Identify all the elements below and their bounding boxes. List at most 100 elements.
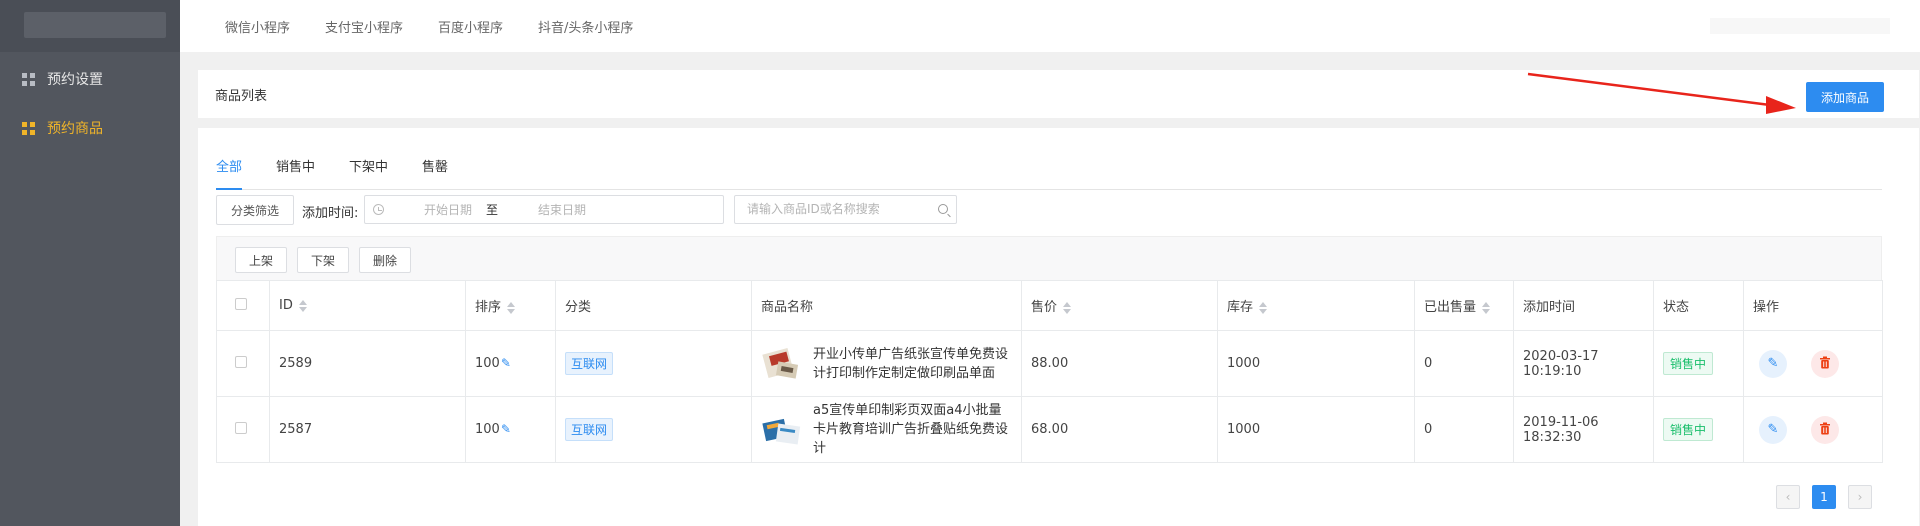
table-header-row: ID 排序 分类 商品名称 售价 库存 已出售量 添加时间 状态 操作 bbox=[216, 280, 1883, 331]
col-id-label: ID bbox=[279, 298, 293, 313]
next-page-button[interactable]: › bbox=[1848, 485, 1872, 509]
col-actions: 操作 bbox=[1743, 280, 1883, 331]
tab-baidu-miniprogram[interactable]: 百度小程序 bbox=[438, 17, 503, 36]
cell-added: 2019-11-06 18:32:30 bbox=[1513, 396, 1654, 463]
logo-area bbox=[0, 0, 180, 52]
cell-status: 销售中 bbox=[1653, 330, 1744, 397]
col-sort[interactable]: 排序 bbox=[465, 280, 556, 331]
sort-icon[interactable] bbox=[507, 301, 516, 314]
page-1-button[interactable]: 1 bbox=[1812, 485, 1836, 509]
search-icon[interactable] bbox=[938, 204, 948, 214]
cell-id: 2589 bbox=[269, 330, 466, 397]
row-checkbox[interactable] bbox=[235, 355, 247, 368]
edit-icon[interactable]: ✎ bbox=[1759, 349, 1787, 378]
cell-goods: a5宣传单印制彩页双面a4小批量卡片教育培训广告折叠贴纸免费设计 bbox=[751, 396, 1022, 463]
edit-icon[interactable]: ✎ bbox=[1759, 415, 1787, 444]
col-category: 分类 bbox=[555, 280, 752, 331]
clock-icon bbox=[373, 204, 384, 215]
col-name: 商品名称 bbox=[751, 280, 1022, 331]
sort-value: 100 bbox=[475, 422, 500, 437]
edit-sort-icon[interactable]: ✎ bbox=[501, 356, 511, 370]
tab-sold-out[interactable]: 售罄 bbox=[422, 156, 448, 189]
bulk-delete-button[interactable]: 删除 bbox=[359, 247, 411, 273]
page-header: 商品列表 bbox=[198, 70, 1919, 118]
cell-category: 互联网 bbox=[555, 330, 752, 397]
status-tabs: 全部 销售中 下架中 售罄 bbox=[216, 156, 1882, 190]
status-badge: 销售中 bbox=[1663, 418, 1714, 441]
cell-sort: 100✎ bbox=[465, 330, 556, 397]
col-price-label: 售价 bbox=[1031, 300, 1058, 315]
end-date-input[interactable]: 结束日期 bbox=[538, 201, 586, 218]
date-range-picker[interactable]: 开始日期 至 结束日期 bbox=[364, 195, 724, 224]
cell-sold: 0 bbox=[1414, 396, 1514, 463]
cell-added: 2020-03-17 10:19:10 bbox=[1513, 330, 1654, 397]
select-all-checkbox[interactable] bbox=[235, 297, 247, 310]
date-label: 添加时间: bbox=[302, 206, 359, 221]
add-goods-button[interactable]: 添加商品 bbox=[1806, 82, 1884, 112]
cell-stock: 1000 bbox=[1217, 396, 1415, 463]
select-all-cell bbox=[216, 280, 270, 331]
status-badge: 销售中 bbox=[1663, 352, 1714, 375]
sort-value: 100 bbox=[475, 356, 500, 371]
date-separator: 至 bbox=[486, 203, 499, 217]
table-row: 2589 100✎ 互联网 开业小传单广告纸张宣传单免费设计打印制作定制定做印刷… bbox=[216, 330, 1883, 397]
col-sold[interactable]: 已出售量 bbox=[1414, 280, 1514, 331]
bulk-off-shelf-button[interactable]: 下架 bbox=[297, 247, 349, 273]
sort-icon[interactable] bbox=[1063, 301, 1072, 314]
col-id[interactable]: ID bbox=[269, 280, 466, 331]
col-sold-label: 已出售量 bbox=[1424, 300, 1477, 315]
tab-all[interactable]: 全部 bbox=[216, 156, 243, 190]
tab-on-sale[interactable]: 销售中 bbox=[276, 156, 315, 189]
cell-stock: 1000 bbox=[1217, 330, 1415, 397]
cell-price: 88.00 bbox=[1021, 330, 1218, 397]
sidebar: 预约设置 预约商品 bbox=[0, 0, 180, 526]
row-select-cell bbox=[216, 330, 270, 397]
sort-icon[interactable] bbox=[1482, 301, 1491, 314]
sort-icon[interactable] bbox=[298, 299, 307, 312]
start-date-input[interactable]: 开始日期 bbox=[424, 201, 472, 218]
cell-sort: 100✎ bbox=[465, 396, 556, 463]
sidebar-item-label: 预约商品 bbox=[47, 121, 103, 137]
tab-douyin-miniprogram[interactable]: 抖音/头条小程序 bbox=[538, 17, 633, 36]
sidebar-item-booking-settings[interactable]: 预约设置 bbox=[0, 55, 180, 103]
tab-off-shelf[interactable]: 下架中 bbox=[349, 156, 388, 189]
page-title: 商品列表 bbox=[215, 89, 268, 104]
tab-alipay-miniprogram[interactable]: 支付宝小程序 bbox=[325, 17, 403, 36]
grid-icon bbox=[22, 121, 35, 135]
cell-sold: 0 bbox=[1414, 330, 1514, 397]
goods-thumbnail bbox=[761, 410, 801, 449]
col-sort-label: 排序 bbox=[475, 300, 502, 315]
col-stock[interactable]: 库存 bbox=[1217, 280, 1415, 331]
cell-id: 2587 bbox=[269, 396, 466, 463]
goods-table: ID 排序 分类 商品名称 售价 库存 已出售量 添加时间 状态 操作 2589… bbox=[216, 280, 1883, 463]
grid-icon bbox=[22, 72, 35, 86]
cell-category: 互联网 bbox=[555, 396, 752, 463]
cell-actions: ✎ bbox=[1743, 330, 1883, 397]
top-nav: 微信小程序 支付宝小程序 百度小程序 抖音/头条小程序 bbox=[180, 0, 1920, 52]
search-input[interactable]: 请输入商品ID或名称搜索 bbox=[734, 195, 957, 224]
sidebar-item-label: 预约设置 bbox=[47, 72, 103, 88]
goods-name[interactable]: a5宣传单印制彩页双面a4小批量卡片教育培训广告折叠贴纸免费设计 bbox=[813, 401, 1013, 458]
col-stock-label: 库存 bbox=[1227, 300, 1254, 315]
cell-actions: ✎ bbox=[1743, 396, 1883, 463]
goods-thumbnail bbox=[761, 344, 801, 383]
row-select-cell bbox=[216, 396, 270, 463]
bulk-on-shelf-button[interactable]: 上架 bbox=[235, 247, 287, 273]
prev-page-button[interactable]: ‹ bbox=[1776, 485, 1800, 509]
trash-icon[interactable] bbox=[1811, 415, 1840, 444]
sort-icon[interactable] bbox=[1259, 301, 1268, 314]
category-filter-button[interactable]: 分类筛选 bbox=[216, 195, 294, 225]
category-tag: 互联网 bbox=[565, 352, 614, 375]
user-area bbox=[1710, 18, 1890, 34]
trash-icon[interactable] bbox=[1811, 349, 1840, 378]
cell-goods: 开业小传单广告纸张宣传单免费设计打印制作定制定做印刷品单面 bbox=[751, 330, 1022, 397]
edit-sort-icon[interactable]: ✎ bbox=[501, 422, 511, 436]
cell-status: 销售中 bbox=[1653, 396, 1744, 463]
search-placeholder: 请输入商品ID或名称搜索 bbox=[747, 202, 880, 216]
row-checkbox[interactable] bbox=[235, 421, 247, 434]
goods-name[interactable]: 开业小传单广告纸张宣传单免费设计打印制作定制定做印刷品单面 bbox=[813, 345, 1013, 383]
logo bbox=[24, 12, 166, 38]
sidebar-item-booking-goods[interactable]: 预约商品 bbox=[0, 104, 180, 152]
tab-wechat-miniprogram[interactable]: 微信小程序 bbox=[225, 17, 290, 36]
col-price[interactable]: 售价 bbox=[1021, 280, 1218, 331]
